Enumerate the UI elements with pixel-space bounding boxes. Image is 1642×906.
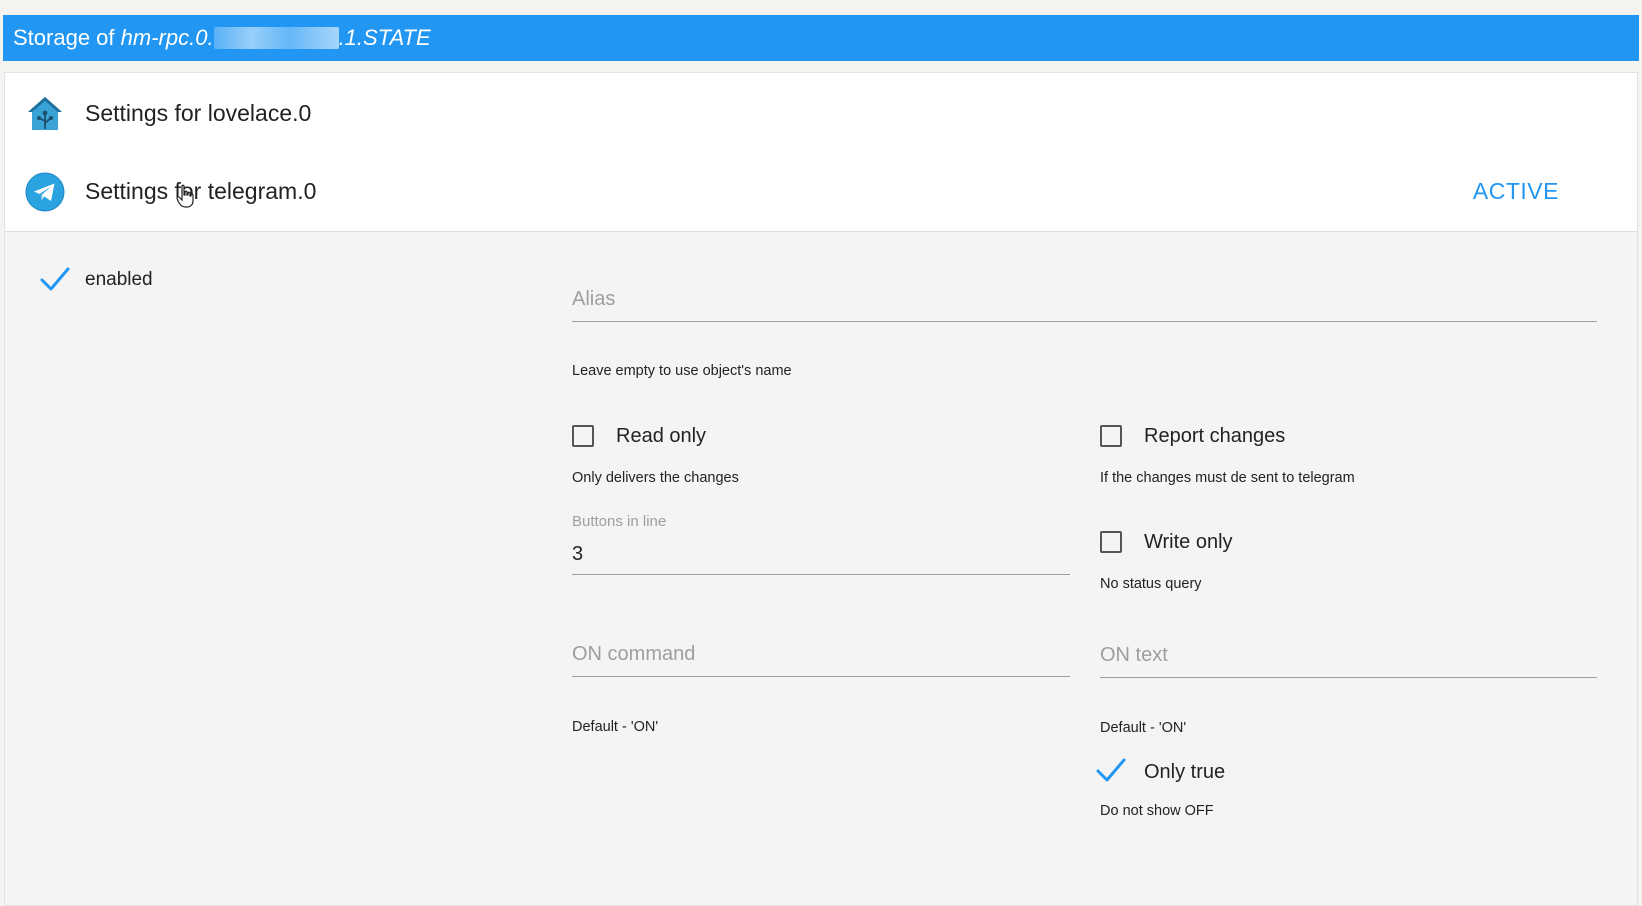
only-true-label: Only true	[1144, 761, 1226, 783]
on-command-field[interactable]	[572, 633, 1070, 677]
alias-input[interactable]	[572, 278, 1597, 321]
title-object-start: hm-rpc.0.	[120, 25, 214, 50]
telegram-icon	[25, 172, 65, 212]
buttons-in-line-input[interactable]	[572, 535, 1070, 574]
alias-hint: Leave empty to use object's name	[572, 363, 792, 379]
instance-title-telegram: Settings for telegram.0	[85, 178, 317, 204]
storage-panel: Settings for lovelace.0 Settings for tel…	[4, 72, 1638, 906]
on-text-hint: Default - 'ON'	[1100, 720, 1187, 736]
alias-field[interactable]	[572, 278, 1597, 322]
report-changes-checkbox[interactable]	[1100, 425, 1122, 447]
only-true-check-icon[interactable]	[1095, 756, 1127, 784]
report-changes-label: Report changes	[1144, 425, 1286, 447]
buttons-in-line-label: Buttons in line	[572, 513, 667, 530]
on-command-hint: Default - 'ON'	[572, 719, 659, 735]
status-badge: ACTIVE	[1472, 178, 1559, 204]
redacted-id-mask	[213, 27, 339, 49]
dialog-title-bar: Storage of hm-rpc.0. .1.STATE	[3, 15, 1639, 61]
enabled-check-icon[interactable]	[39, 265, 71, 293]
only-true-hint: Do not show OFF	[1100, 803, 1214, 819]
instance-header-lovelace[interactable]: Settings for lovelace.0	[5, 73, 1637, 154]
enabled-label: enabled	[85, 269, 153, 290]
instance-header-telegram[interactable]: Settings for telegram.0 ACTIVE	[5, 151, 1637, 232]
instance-title-lovelace: Settings for lovelace.0	[85, 100, 312, 126]
title-prefix: Storage of	[13, 25, 121, 50]
lovelace-home-icon	[28, 97, 62, 130]
title-object-end: .1.STATE	[338, 25, 431, 50]
hand-cursor-icon	[176, 184, 194, 208]
write-only-hint: No status query	[1100, 576, 1202, 592]
read-only-hint: Only delivers the changes	[572, 470, 739, 486]
on-text-input[interactable]	[1100, 634, 1597, 677]
write-only-checkbox[interactable]	[1100, 531, 1122, 553]
buttons-in-line-field[interactable]	[572, 535, 1070, 575]
read-only-label: Read only	[616, 425, 707, 447]
read-only-checkbox[interactable]	[572, 425, 594, 447]
on-text-field[interactable]	[1100, 634, 1597, 678]
on-command-input[interactable]	[572, 633, 1070, 676]
write-only-label: Write only	[1144, 531, 1233, 553]
report-changes-hint: If the changes must de sent to telegram	[1100, 470, 1355, 486]
